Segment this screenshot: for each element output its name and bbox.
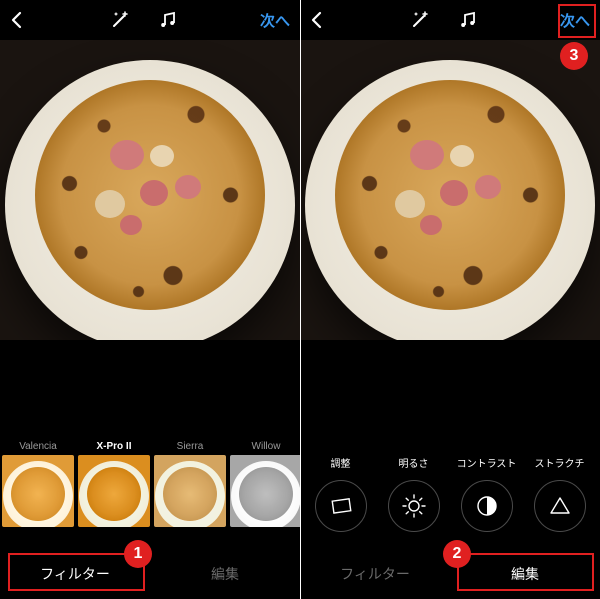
filter-sierra[interactable]: Sierra [152, 437, 228, 549]
edit-brightness[interactable]: 明るさ [379, 455, 449, 532]
music-icon[interactable] [157, 9, 179, 31]
adjust-icon [315, 480, 367, 532]
contrast-icon [461, 480, 513, 532]
magic-wand-icon[interactable] [409, 9, 431, 31]
tab-edit[interactable]: 編集 [450, 549, 600, 599]
filter-label: Sierra [177, 437, 204, 455]
filter-xproii[interactable]: X-Pro II [76, 437, 152, 549]
top-bar: 次へ [300, 0, 600, 40]
filter-strip[interactable]: Valencia X-Pro II Sierra Willow [0, 437, 300, 549]
filter-label: Willow [252, 437, 281, 455]
top-bar: 次へ [0, 0, 300, 40]
bottom-tabs: フィルター 編集 [300, 549, 600, 599]
tab-filter[interactable]: フィルター [300, 549, 450, 599]
edit-label: 調整 [331, 455, 351, 470]
edit-label: 明るさ [399, 455, 429, 470]
tab-filter[interactable]: フィルター [0, 549, 150, 599]
structure-icon [534, 480, 586, 532]
filter-label: X-Pro II [96, 437, 131, 455]
photo-preview[interactable] [300, 40, 600, 340]
back-button[interactable] [6, 9, 28, 31]
bottom-tabs: フィルター 編集 [0, 549, 300, 599]
filter-thumbnail [230, 455, 300, 527]
photo-preview[interactable] [0, 40, 300, 340]
edit-structure[interactable]: ストラクチ [525, 455, 595, 532]
brightness-icon [388, 480, 440, 532]
edit-label: コントラスト [457, 455, 517, 470]
filter-valencia[interactable]: Valencia [0, 437, 76, 549]
screen-filter: 次へ Valencia X-Pro II Sierra Willow [0, 0, 300, 599]
screen-edit: 次へ 調整 明るさ コントラスト [300, 0, 600, 599]
next-button[interactable]: 次へ [560, 10, 590, 31]
magic-wand-icon[interactable] [109, 9, 131, 31]
filter-thumbnail [78, 455, 150, 527]
filter-label: Valencia [19, 437, 57, 455]
tab-edit[interactable]: 編集 [150, 549, 300, 599]
edit-label: ストラクチ [535, 455, 585, 470]
edit-tool-strip[interactable]: 調整 明るさ コントラスト ストラクチ [300, 437, 600, 549]
filter-willow[interactable]: Willow [228, 437, 300, 549]
filter-thumbnail [2, 455, 74, 527]
edit-contrast[interactable]: コントラスト [452, 455, 522, 532]
back-button[interactable] [306, 9, 328, 31]
filter-thumbnail [154, 455, 226, 527]
next-button[interactable]: 次へ [260, 10, 290, 31]
music-icon[interactable] [457, 9, 479, 31]
edit-adjust[interactable]: 調整 [306, 455, 376, 532]
